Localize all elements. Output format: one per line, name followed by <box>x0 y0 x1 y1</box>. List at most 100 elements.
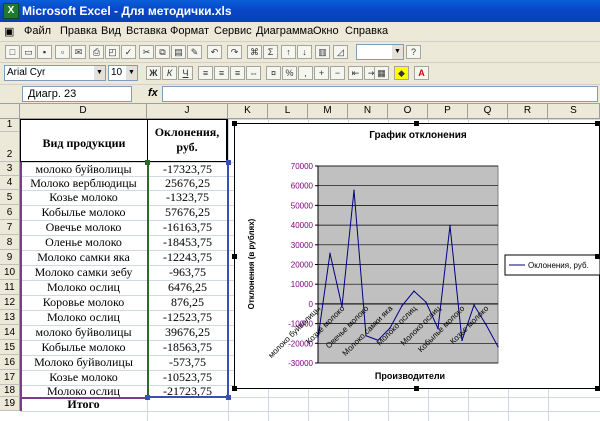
print-icon[interactable]: ⎙ <box>89 45 104 59</box>
product-cell[interactable]: молоко буйволицы <box>20 162 147 176</box>
product-cell[interactable]: Козье молоко <box>20 190 147 205</box>
row-header[interactable]: 9 <box>0 250 20 265</box>
product-cell[interactable]: Оленье молоко <box>20 235 147 250</box>
row-header[interactable]: 3 <box>0 162 20 176</box>
format-painter-icon[interactable]: ✎ <box>187 45 202 59</box>
product-cell[interactable]: Кобылье молоко <box>20 205 147 220</box>
permission-icon[interactable]: ▫ <box>55 45 70 59</box>
font-size-select[interactable]: 10 ▼ <box>108 65 138 81</box>
chart-resize-handle[interactable] <box>232 386 237 391</box>
row-header[interactable]: 19 <box>0 397 20 411</box>
product-cell[interactable]: Молоко буйволицы <box>20 355 147 370</box>
deviation-cell[interactable]: -17323,75 <box>147 162 228 176</box>
font-select[interactable]: Arial Cyr ▼ <box>4 65 106 81</box>
align-left-icon[interactable]: ≡ <box>198 66 213 80</box>
chart-wizard-icon[interactable]: ▥ <box>315 45 330 59</box>
menu-view[interactable]: Вид <box>101 25 121 37</box>
deviation-cell[interactable]: -1323,75 <box>147 190 228 205</box>
menu-format[interactable]: Формат <box>170 25 209 37</box>
product-cell[interactable]: Коровье молоко <box>20 295 147 310</box>
deviation-cell[interactable]: 25676,25 <box>147 176 228 190</box>
chart-resize-handle[interactable] <box>595 386 600 391</box>
chart-resize-handle[interactable] <box>414 386 419 391</box>
range-handle[interactable] <box>145 160 150 165</box>
help-icon[interactable]: ? <box>406 45 421 59</box>
column-header-d[interactable]: D <box>20 104 147 119</box>
range-handle[interactable] <box>226 160 231 165</box>
range-handle[interactable] <box>226 395 231 400</box>
deviation-cell[interactable]: -12243,75 <box>147 250 228 265</box>
chart-resize-handle[interactable] <box>414 121 419 126</box>
cut-icon[interactable]: ✂ <box>139 45 154 59</box>
menu-tools[interactable]: Сервис <box>214 25 252 37</box>
product-cell[interactable]: Молоко ослиц <box>20 310 147 325</box>
menu-window[interactable]: Окно <box>313 25 339 37</box>
deviation-cell[interactable]: -10523,75 <box>147 370 228 385</box>
product-cell[interactable]: молоко буйволицы <box>20 325 147 340</box>
formula-input[interactable] <box>162 86 598 102</box>
fill-color-icon[interactable]: ◆ <box>394 66 409 80</box>
underline-icon[interactable]: Ч <box>178 66 193 80</box>
row-header[interactable]: 17 <box>0 370 20 385</box>
increase-decimal-icon[interactable]: + <box>314 66 329 80</box>
email-icon[interactable]: ✉ <box>71 45 86 59</box>
paste-icon[interactable]: ▤ <box>171 45 186 59</box>
align-center-icon[interactable]: ≡ <box>214 66 229 80</box>
row-header[interactable]: 7 <box>0 220 20 235</box>
column-header-o[interactable]: O <box>388 104 428 119</box>
product-cell[interactable]: Молоко самки яка <box>20 250 147 265</box>
sort-descending-icon[interactable]: ↓ <box>297 45 312 59</box>
menu-file[interactable]: Файл <box>24 25 51 37</box>
header-product-cell[interactable]: Вид продукции <box>20 119 147 162</box>
deviation-cell[interactable]: 57676,25 <box>147 205 228 220</box>
sort-ascending-icon[interactable]: ↑ <box>281 45 296 59</box>
name-box[interactable]: Диагр. 23 <box>22 86 132 102</box>
undo-icon[interactable]: ↶ <box>207 45 222 59</box>
deviation-cell[interactable]: 6476,25 <box>147 280 228 295</box>
chart-resize-handle[interactable] <box>232 254 237 259</box>
deviation-cell[interactable]: -18563,75 <box>147 340 228 355</box>
product-cell[interactable]: Молоко ослиц <box>20 385 147 397</box>
menu-excel-icon[interactable]: ▣ <box>4 25 14 38</box>
header-deviation-cell[interactable]: Оклонения, руб. <box>147 119 228 162</box>
hyperlink-icon[interactable]: ⌘ <box>247 45 262 59</box>
copy-icon[interactable]: ⧉ <box>155 45 170 59</box>
drawing-icon[interactable]: ◿ <box>333 45 348 59</box>
borders-icon[interactable]: ▦ <box>374 66 389 80</box>
column-header-k[interactable]: K <box>228 104 268 119</box>
decrease-indent-icon[interactable]: ⇤ <box>348 66 363 80</box>
deviation-cell[interactable]: -18453,75 <box>147 235 228 250</box>
menu-chart[interactable]: Диаграмма <box>256 25 313 37</box>
open-icon[interactable]: ▭ <box>21 45 36 59</box>
row-header[interactable]: 10 <box>0 265 20 280</box>
column-header-n[interactable]: N <box>348 104 388 119</box>
row-header[interactable]: 12 <box>0 295 20 310</box>
row-header[interactable]: 12 <box>0 119 20 162</box>
deviation-cell[interactable]: 39676,25 <box>147 325 228 340</box>
column-header-s[interactable]: S <box>548 104 600 119</box>
row-header[interactable]: 18 <box>0 385 20 397</box>
merge-center-icon[interactable]: ⇔ <box>246 66 261 80</box>
font-color-icon[interactable]: A <box>414 66 429 80</box>
redo-icon[interactable]: ↷ <box>227 45 242 59</box>
product-cell[interactable]: Молоко верблюдицы <box>20 176 147 190</box>
deviation-cell[interactable]: 876,25 <box>147 295 228 310</box>
menu-edit[interactable]: Правка <box>60 25 97 37</box>
row-header[interactable]: 6 <box>0 205 20 220</box>
product-cell[interactable]: Овечье молоко <box>20 220 147 235</box>
decrease-decimal-icon[interactable]: − <box>330 66 345 80</box>
new-icon[interactable]: □ <box>5 45 20 59</box>
row-header[interactable]: 11 <box>0 280 20 295</box>
comma-style-icon[interactable]: , <box>298 66 313 80</box>
bold-icon[interactable]: Ж <box>146 66 161 80</box>
deviation-cell[interactable]: -573,75 <box>147 355 228 370</box>
row-header[interactable]: 15 <box>0 340 20 355</box>
select-all-corner[interactable] <box>0 104 20 119</box>
row-header[interactable]: 5 <box>0 190 20 205</box>
deviation-cell[interactable]: -16163,75 <box>147 220 228 235</box>
fx-icon[interactable]: fx <box>148 87 158 99</box>
product-cell[interactable]: Молоко ослиц <box>20 280 147 295</box>
menu-help[interactable]: Справка <box>345 25 388 37</box>
currency-icon[interactable]: ¤ <box>266 66 281 80</box>
product-cell[interactable]: Кобылье молоко <box>20 340 147 355</box>
